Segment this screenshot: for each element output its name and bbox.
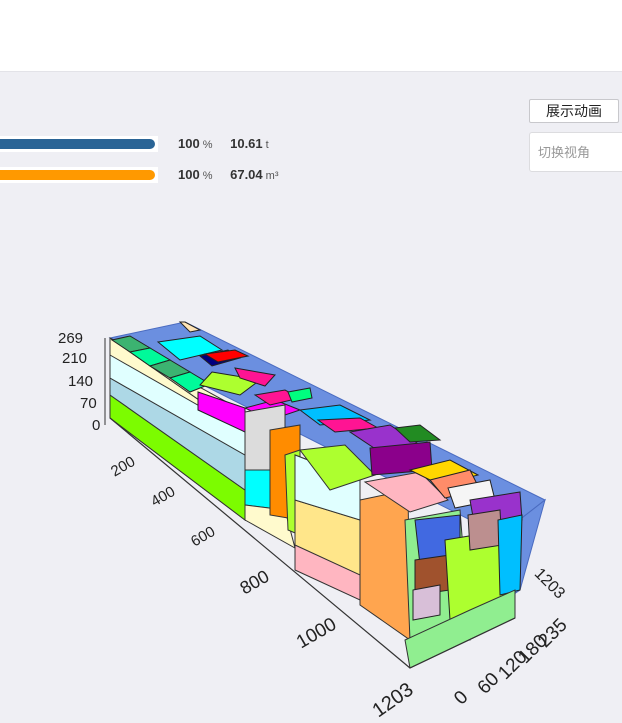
y-tick-label: 0 bbox=[450, 687, 472, 709]
x-tick-label: 600 bbox=[188, 523, 218, 550]
z-tick-label: 269 bbox=[58, 330, 83, 347]
x-tick-label: 200 bbox=[108, 453, 138, 480]
z-tick-label: 70 bbox=[80, 395, 97, 412]
x-tick-label: 800 bbox=[237, 566, 273, 598]
x-tick-label: 400 bbox=[148, 483, 178, 510]
z-tick-label: 210 bbox=[62, 350, 87, 367]
x-tick-label: 1203 bbox=[368, 679, 417, 723]
z-tick-label: 140 bbox=[68, 373, 93, 390]
cargo-box bbox=[467, 509, 503, 551]
x-tick-label: 1000 bbox=[293, 614, 340, 653]
cargo-box bbox=[412, 584, 441, 621]
cargo-box bbox=[359, 489, 411, 641]
container-3d-view[interactable]: 269 210 140 70 0 200 400 600 800 1000 12… bbox=[0, 0, 622, 723]
z-tick-label: 0 bbox=[92, 417, 100, 434]
x-end-label: 1203 bbox=[531, 565, 568, 602]
cargo-box bbox=[497, 514, 523, 596]
